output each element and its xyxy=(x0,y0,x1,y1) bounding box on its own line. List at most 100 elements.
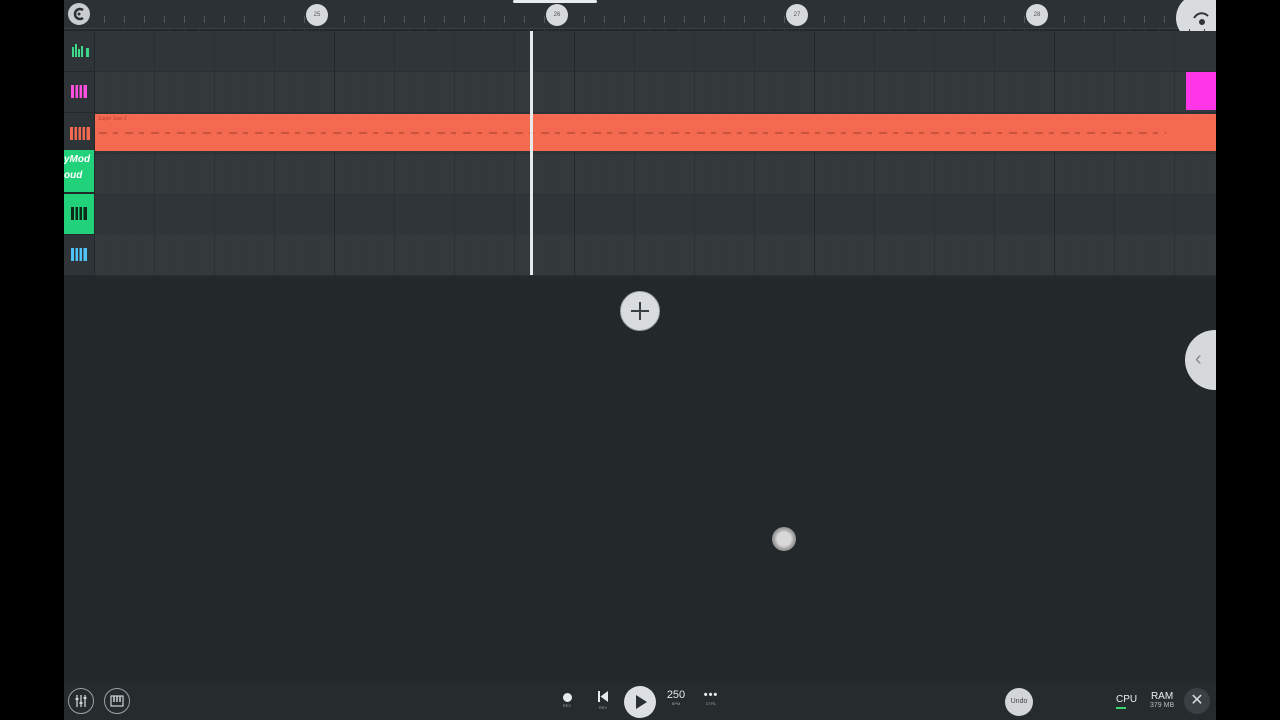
ruler-tick xyxy=(644,16,645,23)
bar-marker[interactable]: 27 xyxy=(786,4,808,26)
ruler-tick xyxy=(1004,16,1005,23)
track-lane-5[interactable] xyxy=(95,195,1216,236)
clip-title: Super Saw 2 xyxy=(98,116,127,122)
ruler-tick xyxy=(964,16,965,23)
plus-icon xyxy=(631,302,649,320)
ruler-tick xyxy=(824,16,825,23)
ruler-tick xyxy=(664,16,665,23)
add-track-button[interactable] xyxy=(620,291,660,331)
ruler-tick xyxy=(784,16,785,23)
track-lane-2[interactable] xyxy=(95,72,1216,113)
ruler-tick xyxy=(944,16,945,23)
track-lane-6[interactable] xyxy=(95,235,1216,276)
ruler-tick xyxy=(204,16,205,23)
play-button[interactable] xyxy=(624,686,656,718)
browser-button[interactable] xyxy=(104,688,130,714)
fl-logo-button[interactable] xyxy=(68,3,90,25)
ruler-tick xyxy=(364,16,365,23)
piano-pink-icon xyxy=(71,85,87,98)
ruler-tick xyxy=(344,16,345,23)
cpu-meter: CPU xyxy=(1116,694,1137,709)
pattern-clip-orange[interactable]: Super Saw 2 xyxy=(95,114,1216,151)
skip-back-icon xyxy=(598,691,608,702)
ruler-tick xyxy=(1084,16,1085,23)
ruler-tick xyxy=(224,16,225,23)
ruler-tick xyxy=(844,16,845,23)
ruler-tick xyxy=(384,16,385,23)
timeline-ruler[interactable]: 25 26 27 28 xyxy=(64,0,1216,42)
ruler-tick xyxy=(284,16,285,23)
piano-orange-icon xyxy=(70,127,90,140)
ruler-tick xyxy=(1024,16,1025,23)
more-dots-icon: ••• xyxy=(703,689,719,701)
ruler-tick xyxy=(1124,16,1125,23)
track-header-6[interactable] xyxy=(64,235,94,275)
undo-button[interactable]: Undo xyxy=(1005,688,1033,716)
ruler-tick xyxy=(884,16,885,23)
track-header-5[interactable] xyxy=(64,194,94,234)
cpu-label: CPU xyxy=(1116,694,1138,705)
track-header-3[interactable] xyxy=(64,113,94,153)
pattern-clip-pink[interactable] xyxy=(1186,72,1216,110)
ruler-tick xyxy=(724,16,725,23)
tempo-display[interactable]: 250 BPM xyxy=(664,689,688,707)
ruler-tick xyxy=(304,16,305,23)
ruler-tick xyxy=(244,16,245,23)
audio-levels-icon xyxy=(72,44,89,57)
bar-marker[interactable]: 28 xyxy=(1026,4,1048,26)
ruler-tick xyxy=(1144,16,1145,23)
ruler-tick xyxy=(164,16,165,23)
ram-meter: RAM 379 MB xyxy=(1150,691,1174,709)
ruler-tick xyxy=(484,16,485,23)
close-button[interactable]: ✕ xyxy=(1184,688,1210,714)
cpu-bar xyxy=(1116,707,1126,709)
ruler-tick xyxy=(744,16,745,23)
ruler-tick xyxy=(624,16,625,23)
ctrl-button[interactable]: ••• CTRL xyxy=(700,689,722,707)
rev-caption: REV xyxy=(598,705,608,710)
record-button[interactable]: REC xyxy=(559,691,575,709)
playhead[interactable] xyxy=(530,31,533,275)
ruler-tick xyxy=(124,16,125,23)
close-icon: ✕ xyxy=(1190,692,1204,709)
ruler-tick xyxy=(604,16,605,23)
ruler-tick xyxy=(764,16,765,23)
chevron-left-icon: ‹ xyxy=(1195,348,1202,370)
track-header-2[interactable] xyxy=(64,72,94,112)
ruler-tick xyxy=(1164,16,1165,23)
ruler-tick xyxy=(464,16,465,23)
ruler-tick xyxy=(584,16,585,23)
record-icon xyxy=(562,693,572,702)
ruler-tick xyxy=(504,16,505,23)
ctrl-caption: CTRL xyxy=(705,701,717,706)
bar-marker[interactable]: 26 xyxy=(546,4,568,26)
transport-bar: REC REV 250 BPM ••• CTRL Undo CPU RAM 37… xyxy=(64,683,1216,720)
ruler-tick xyxy=(1064,16,1065,23)
ruler-tick xyxy=(1104,16,1105,23)
piano-roll-icon xyxy=(110,695,124,707)
piano-blue-icon xyxy=(71,248,87,261)
ruler-tick xyxy=(424,16,425,23)
track-lane-4[interactable] xyxy=(95,154,1216,195)
track-header-1[interactable] xyxy=(64,31,94,71)
ruler-tick xyxy=(404,16,405,23)
ruler-tick xyxy=(984,16,985,23)
timeline-scroll-thumb[interactable] xyxy=(513,0,597,3)
ruler-tick xyxy=(544,16,545,23)
ruler-tick xyxy=(904,16,905,23)
ruler-tick xyxy=(684,16,685,23)
side-panel-toggle[interactable]: ‹ xyxy=(1185,330,1216,390)
bar-marker[interactable]: 25 xyxy=(306,4,328,26)
ram-label: RAM xyxy=(1150,691,1174,702)
ruler-tick xyxy=(184,16,185,23)
ruler-tick xyxy=(864,16,865,23)
track-lane-1[interactable] xyxy=(95,31,1216,72)
ruler-tick xyxy=(524,16,525,23)
play-icon xyxy=(636,695,647,709)
bpm-caption: BPM xyxy=(671,701,681,706)
rewind-button[interactable]: REV xyxy=(594,691,612,711)
clip-notes-preview xyxy=(99,132,1166,134)
fl-studio-mobile-window: 25 26 27 28 yMod oud Super Saw 2 ‹ REC R… xyxy=(64,0,1216,720)
mixer-button[interactable] xyxy=(68,688,94,714)
rec-caption: REC xyxy=(562,703,572,708)
